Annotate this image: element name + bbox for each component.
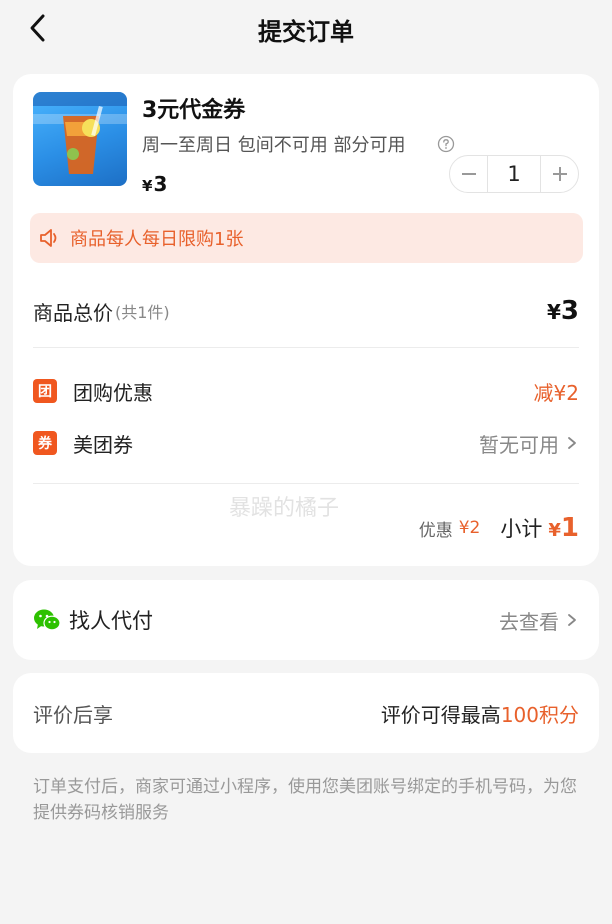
group-discount-row: 团 团购优惠 减¥2: [33, 371, 579, 411]
page-title: 提交订单: [258, 18, 354, 46]
review-desc: 评价可得最高100积分: [381, 699, 579, 728]
order-card: 3元代金券 周一至周日 包间不可用 部分可用 ¥3 1 商品每人每日限购1张 商…: [13, 74, 599, 566]
divider: [33, 483, 579, 484]
discount-amount: ¥2: [458, 518, 481, 538]
review-card: 评价后享 评价可得最高100积分: [13, 673, 599, 753]
help-icon[interactable]: [437, 135, 455, 153]
decrease-button[interactable]: [450, 156, 487, 192]
limit-notice: 商品每人每日限购1张: [70, 229, 244, 250]
plus-icon: [552, 167, 567, 181]
coupon-status: 暂无可用: [479, 432, 559, 457]
price-value: 3: [153, 172, 168, 196]
group-badge-icon: 团: [33, 379, 57, 403]
pay-for-me-link[interactable]: 去查看: [499, 606, 579, 635]
quantity-stepper: 1: [449, 155, 579, 193]
total-count: (共1件): [115, 303, 170, 322]
pay-for-me-label: 找人代付: [69, 609, 153, 633]
wechat-icon: [34, 609, 61, 631]
product-title: 3元代金券: [142, 98, 246, 123]
group-discount-label: 团购优惠: [73, 380, 153, 405]
pay-for-me-row: 找人代付 去查看: [33, 600, 579, 640]
chevron-right-icon: [568, 614, 576, 626]
currency-symbol: ¥: [142, 177, 153, 195]
minus-icon: [461, 173, 476, 175]
total-row: 商品总价 (共1件) ¥3: [33, 291, 579, 331]
product-price: ¥3: [142, 172, 167, 196]
coupon-badge-icon: 券: [33, 431, 57, 455]
header: 提交订单: [0, 0, 612, 56]
total-amount-value: 3: [560, 296, 579, 326]
group-discount-value: 减¥2: [533, 380, 579, 405]
coupon-value[interactable]: 暂无可用: [479, 429, 579, 458]
review-row: 评价后享 评价可得最高100积分: [33, 693, 579, 733]
currency-symbol: ¥: [548, 520, 561, 541]
subtotal-row: 优惠 ¥2 小计 ¥1: [33, 508, 579, 548]
review-label: 评价后享: [33, 702, 113, 727]
product-image: [33, 92, 127, 186]
review-points: 100积分: [500, 702, 579, 727]
product-meta: 周一至周日 包间不可用 部分可用: [142, 135, 406, 156]
speaker-icon: [40, 229, 57, 247]
increase-button[interactable]: [541, 156, 578, 192]
coupon-label: 美团券: [73, 432, 133, 457]
chevron-right-icon: [568, 437, 576, 449]
total-amount: ¥3: [547, 296, 579, 326]
subtotal-label: 小计: [500, 517, 543, 541]
discount-label: 优惠: [418, 520, 453, 541]
subtotal-amount-value: 1: [560, 513, 579, 543]
pay-for-me-link-text: 去查看: [499, 609, 559, 634]
currency-symbol: ¥: [546, 300, 561, 324]
subtotal-amount: ¥1: [548, 513, 579, 543]
quantity-value[interactable]: 1: [487, 156, 541, 192]
limit-banner: 商品每人每日限购1张: [30, 213, 583, 263]
total-label: 商品总价: [33, 300, 113, 325]
pay-for-me-card[interactable]: 找人代付 去查看: [13, 580, 599, 660]
divider: [33, 347, 579, 348]
review-desc-prefix: 评价可得最高: [380, 702, 501, 727]
footer-note: 订单支付后，商家可通过小程序，使用您美团账号绑定的手机号码，为您提供券码核销服务: [33, 777, 577, 823]
coupon-row[interactable]: 券 美团券 暂无可用: [33, 423, 579, 463]
